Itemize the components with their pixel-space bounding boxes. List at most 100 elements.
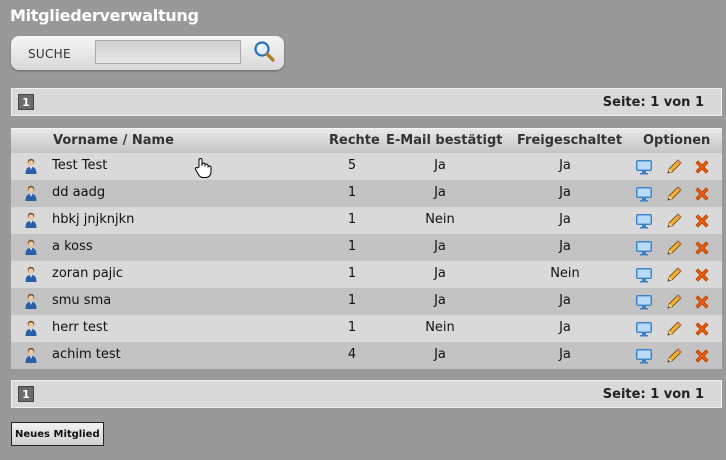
member-activated: Ja — [559, 347, 571, 362]
member-name: smu sma — [52, 293, 112, 308]
page-info: Seite: 1 von 1 — [602, 387, 704, 402]
member-email-confirmed: Ja — [434, 266, 446, 281]
view-button[interactable] — [635, 266, 653, 284]
delete-button[interactable] — [693, 212, 711, 230]
page-number-button[interactable]: 1 — [18, 94, 34, 110]
edit-button[interactable] — [665, 293, 683, 311]
user-icon — [25, 266, 37, 283]
member-activated: Nein — [550, 266, 580, 281]
member-email-confirmed: Ja — [434, 158, 446, 173]
member-activated: Ja — [559, 185, 571, 200]
delete-button[interactable] — [693, 185, 711, 203]
member-email-confirmed: Nein — [425, 320, 455, 335]
user-icon — [25, 239, 37, 256]
members-table: Vorname / Name Rechte E-Mail bestätigt F… — [11, 128, 722, 369]
table-row: smu sma 1 Ja Ja — [11, 288, 722, 315]
pencil-icon — [667, 213, 682, 228]
member-email-confirmed: Ja — [434, 185, 446, 200]
delete-x-icon — [695, 160, 709, 174]
user-icon — [25, 185, 37, 202]
member-rechte: 1 — [347, 185, 357, 200]
member-name: hbkj jnjknjkn — [52, 212, 135, 227]
edit-button[interactable] — [665, 212, 683, 230]
member-name: a koss — [52, 239, 93, 254]
search-input[interactable] — [95, 40, 241, 64]
header-activated[interactable]: Freigeschaltet — [517, 133, 622, 148]
member-activated: Ja — [559, 212, 571, 227]
member-email-confirmed: Ja — [434, 347, 446, 362]
pencil-icon — [667, 267, 682, 282]
user-icon — [25, 320, 37, 337]
view-button[interactable] — [635, 185, 653, 203]
pager-top: 1 Seite: 1 von 1 — [11, 88, 722, 116]
delete-button[interactable] — [693, 239, 711, 257]
pager-bottom: 1 Seite: 1 von 1 — [11, 380, 722, 408]
member-name: dd aadg — [52, 185, 106, 200]
table-row: zoran pajic 1 Ja Nein — [11, 261, 722, 288]
view-button[interactable] — [635, 347, 653, 365]
delete-button[interactable] — [693, 293, 711, 311]
monitor-icon — [636, 214, 652, 229]
pencil-icon — [667, 159, 682, 174]
delete-button[interactable] — [693, 158, 711, 176]
view-button[interactable] — [635, 320, 653, 338]
monitor-icon — [636, 160, 652, 175]
member-name: Test Test — [52, 158, 108, 173]
edit-button[interactable] — [665, 185, 683, 203]
delete-button[interactable] — [693, 347, 711, 365]
table-row: achim test 4 Ja Ja — [11, 342, 722, 369]
monitor-icon — [636, 295, 652, 310]
member-rechte: 1 — [347, 266, 357, 281]
view-button[interactable] — [635, 293, 653, 311]
table-header: Vorname / Name Rechte E-Mail bestätigt F… — [11, 128, 722, 153]
member-name: herr test — [52, 320, 108, 335]
view-button[interactable] — [635, 158, 653, 176]
delete-x-icon — [695, 268, 709, 282]
delete-x-icon — [695, 322, 709, 336]
member-rechte: 1 — [347, 320, 357, 335]
view-button[interactable] — [635, 212, 653, 230]
delete-x-icon — [695, 187, 709, 201]
edit-button[interactable] — [665, 320, 683, 338]
monitor-icon — [636, 322, 652, 337]
pencil-icon — [667, 294, 682, 309]
search-bar: SUCHE — [11, 36, 284, 70]
search-label: SUCHE — [28, 47, 71, 61]
delete-button[interactable] — [693, 266, 711, 284]
page-number-button[interactable]: 1 — [18, 386, 34, 402]
delete-x-icon — [695, 295, 709, 309]
header-email-confirmed[interactable]: E-Mail bestätigt — [386, 133, 502, 148]
edit-button[interactable] — [665, 158, 683, 176]
monitor-icon — [636, 349, 652, 364]
delete-button[interactable] — [693, 320, 711, 338]
search-button[interactable] — [251, 39, 277, 65]
delete-x-icon — [695, 349, 709, 363]
member-email-confirmed: Ja — [434, 293, 446, 308]
new-member-button[interactable]: Neues Mitglied — [11, 422, 104, 446]
member-activated: Ja — [559, 239, 571, 254]
member-rechte: 5 — [347, 158, 357, 173]
view-button[interactable] — [635, 239, 653, 257]
member-rechte: 1 — [347, 212, 357, 227]
monitor-icon — [636, 268, 652, 283]
member-activated: Ja — [559, 293, 571, 308]
edit-button[interactable] — [665, 266, 683, 284]
pencil-icon — [667, 348, 682, 363]
member-rechte: 1 — [347, 239, 357, 254]
member-activated: Ja — [559, 158, 571, 173]
page-info: Seite: 1 von 1 — [602, 95, 704, 110]
table-row: a koss 1 Ja Ja — [11, 234, 722, 261]
page-title: Mitgliederverwaltung — [10, 6, 199, 25]
header-rechte[interactable]: Rechte — [329, 133, 380, 148]
user-icon — [25, 212, 37, 229]
user-icon — [25, 347, 37, 364]
edit-button[interactable] — [665, 239, 683, 257]
pencil-icon — [667, 321, 682, 336]
delete-x-icon — [695, 214, 709, 228]
header-name[interactable]: Vorname / Name — [53, 133, 174, 148]
user-icon — [25, 158, 37, 175]
member-activated: Ja — [559, 320, 571, 335]
header-options: Optionen — [643, 133, 711, 148]
edit-button[interactable] — [665, 347, 683, 365]
member-email-confirmed: Nein — [425, 212, 455, 227]
